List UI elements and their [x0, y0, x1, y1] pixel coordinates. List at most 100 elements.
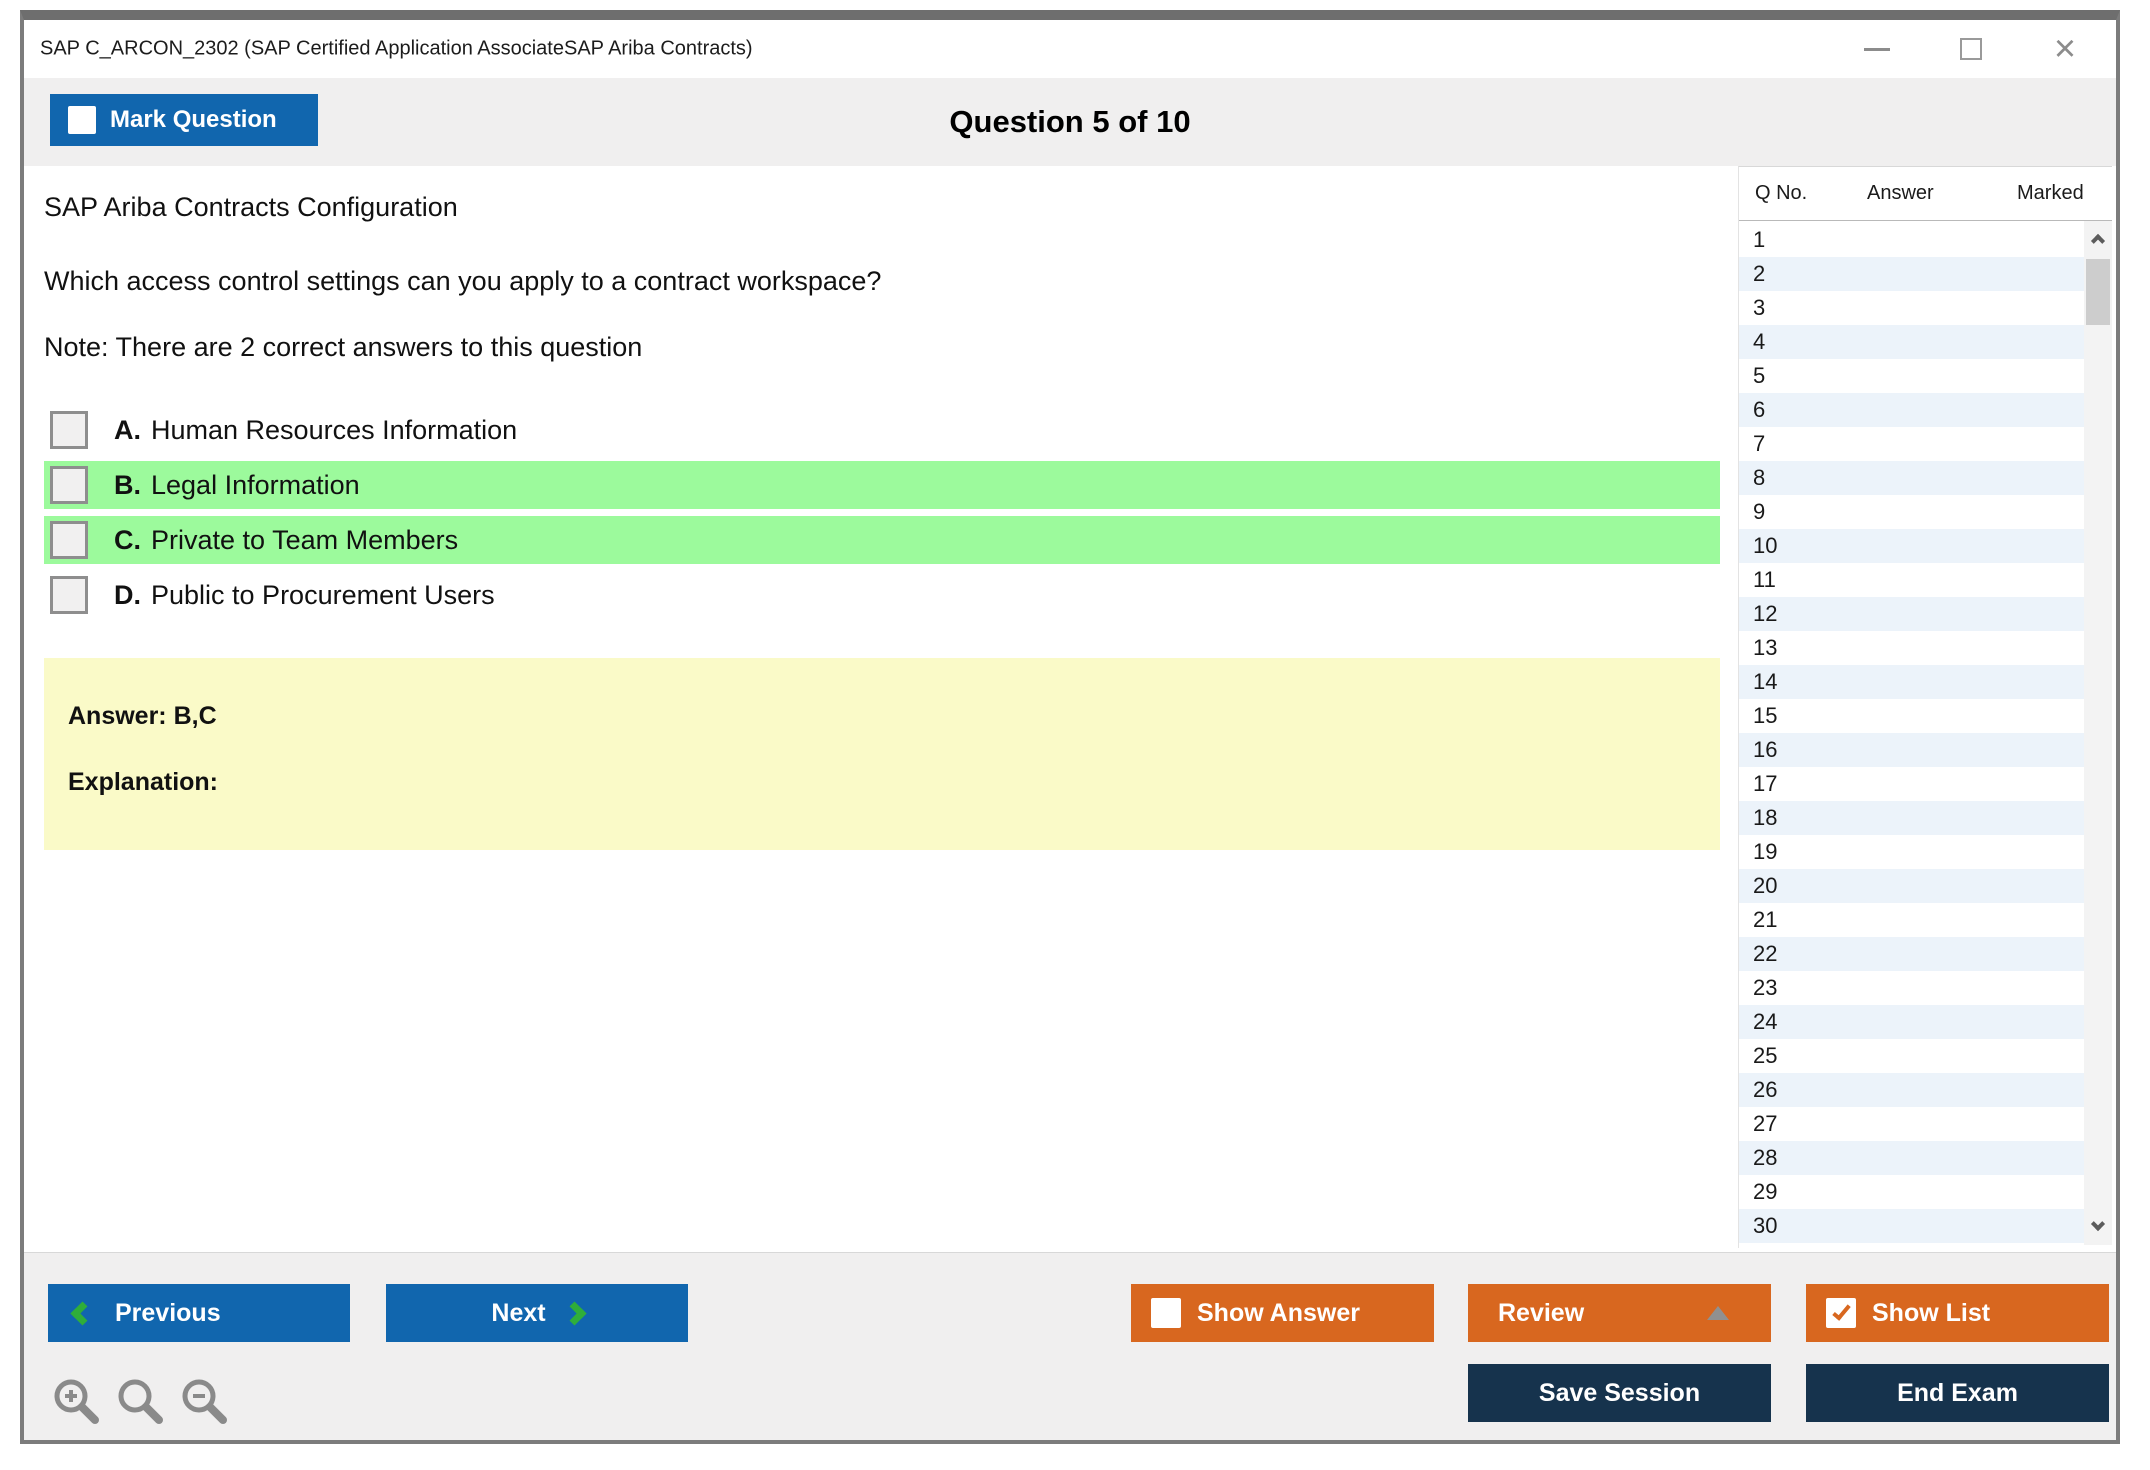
- question-list-row[interactable]: 19: [1739, 835, 2084, 869]
- answer-explanation-box: Answer: B,C Explanation:: [44, 658, 1720, 850]
- show-list-button[interactable]: Show List: [1806, 1284, 2109, 1342]
- question-list-panel: Q No. Answer Marked 1 2 3 4 5 6 7 8 9 10 11 12 13 14 1…: [1738, 166, 2112, 1248]
- zoom-in-button[interactable]: [50, 1375, 102, 1432]
- question-list-row[interactable]: 1: [1739, 223, 2084, 257]
- question-list-row[interactable]: 21: [1739, 903, 2084, 937]
- next-label: Next: [491, 1298, 546, 1327]
- next-button[interactable]: Next: [386, 1284, 688, 1342]
- question-list-row[interactable]: 8: [1739, 461, 2084, 495]
- question-note: Note: There are 2 correct answers to thi…: [44, 332, 643, 362]
- review-label: Review: [1498, 1298, 1585, 1327]
- question-list-row[interactable]: 12: [1739, 597, 2084, 631]
- zoom-out-icon: [182, 1379, 227, 1424]
- column-marked: Marked: [2017, 182, 2084, 204]
- option-row-c[interactable]: C. Private to Team Members: [44, 516, 1720, 564]
- show-answer-checkbox[interactable]: [1151, 1298, 1181, 1328]
- question-list-row[interactable]: 13: [1739, 631, 2084, 665]
- option-label: Legal Information: [151, 469, 360, 500]
- explanation-label: Explanation:: [68, 768, 219, 796]
- content-area: SAP Ariba Contracts Configuration Which …: [24, 166, 2116, 1252]
- question-topic: SAP Ariba Contracts Configuration: [44, 192, 458, 222]
- option-letter: A.: [114, 414, 141, 445]
- scrollbar-thumb[interactable]: [2086, 259, 2110, 325]
- option-letter: B.: [114, 469, 141, 500]
- question-list-row[interactable]: 28: [1739, 1141, 2084, 1175]
- maximize-button[interactable]: [1956, 34, 1986, 64]
- maximize-icon: [1960, 38, 1982, 60]
- zoom-reset-button[interactable]: [114, 1375, 166, 1432]
- question-list-row[interactable]: 5: [1739, 359, 2084, 393]
- review-button[interactable]: Review: [1468, 1284, 1771, 1342]
- column-qno: Q No.: [1755, 182, 1808, 204]
- end-exam-label: End Exam: [1897, 1378, 2018, 1407]
- question-list-row[interactable]: 9: [1739, 495, 2084, 529]
- option-label: Human Resources Information: [151, 414, 518, 445]
- question-list-row[interactable]: 11: [1739, 563, 2084, 597]
- question-list-row[interactable]: 26: [1739, 1073, 2084, 1107]
- option-checkbox[interactable]: [50, 466, 88, 504]
- chevron-left-icon: [70, 1300, 95, 1326]
- checkmark-icon: [1831, 1300, 1851, 1321]
- question-list-row[interactable]: 6: [1739, 393, 2084, 427]
- save-session-label: Save Session: [1538, 1378, 1701, 1407]
- column-answer: Answer: [1867, 182, 1934, 204]
- option-row-d[interactable]: D. Public to Procurement Users: [44, 571, 1720, 619]
- header-band: Mark Question Question 5 of 10: [24, 78, 2116, 166]
- question-list-row[interactable]: 22: [1739, 937, 2084, 971]
- close-button[interactable]: ×: [2050, 28, 2080, 70]
- title-bar: SAP C_ARCON_2302 (SAP Certified Applicat…: [24, 20, 2116, 78]
- show-answer-button[interactable]: Show Answer: [1131, 1284, 1434, 1342]
- answer-text: Answer: B,C: [68, 702, 217, 730]
- previous-label: Previous: [115, 1298, 221, 1327]
- chevron-up-icon: [2090, 233, 2106, 248]
- show-list-checkbox[interactable]: [1826, 1298, 1856, 1328]
- option-checkbox[interactable]: [50, 411, 88, 449]
- question-list-row[interactable]: 10: [1739, 529, 2084, 563]
- question-list-scrollbar[interactable]: [2084, 221, 2112, 1245]
- save-session-button[interactable]: Save Session: [1468, 1364, 1771, 1422]
- footer-band: Previous Next Show Answer Review Show Li…: [24, 1252, 2116, 1440]
- question-list-row[interactable]: 16: [1739, 733, 2084, 767]
- question-list-row[interactable]: 29: [1739, 1175, 2084, 1209]
- app-window: SAP C_ARCON_2302 (SAP Certified Applicat…: [20, 10, 2120, 1444]
- question-list-row[interactable]: 14: [1739, 665, 2084, 699]
- option-row-a[interactable]: A. Human Resources Information: [44, 406, 1720, 454]
- triangle-up-icon: [1707, 1306, 1729, 1320]
- question-list-row[interactable]: 3: [1739, 291, 2084, 325]
- minimize-icon: [1864, 47, 1890, 51]
- question-list-row[interactable]: 20: [1739, 869, 2084, 903]
- scroll-up-button[interactable]: [2084, 221, 2112, 255]
- question-list-row[interactable]: 23: [1739, 971, 2084, 1005]
- option-label: Public to Procurement Users: [151, 579, 495, 610]
- question-list-row[interactable]: 27: [1739, 1107, 2084, 1141]
- magnifier-icon: [118, 1379, 163, 1424]
- question-list-row[interactable]: 2: [1739, 257, 2084, 291]
- question-list-row[interactable]: 18: [1739, 801, 2084, 835]
- question-list-row[interactable]: 7: [1739, 427, 2084, 461]
- chevron-down-icon: [2090, 1216, 2106, 1232]
- previous-button[interactable]: Previous: [48, 1284, 350, 1342]
- option-row-b[interactable]: B. Legal Information: [44, 461, 1720, 509]
- option-checkbox[interactable]: [50, 521, 88, 559]
- end-exam-button[interactable]: End Exam: [1806, 1364, 2109, 1422]
- option-letter: C.: [114, 524, 141, 555]
- scroll-down-button[interactable]: [2084, 1209, 2112, 1243]
- option-letter: D.: [114, 579, 141, 610]
- close-icon: ×: [2053, 28, 2077, 70]
- minimize-button[interactable]: [1862, 34, 1892, 64]
- question-list: 1 2 3 4 5 6 7 8 9 10 11 12 13 14 15 16 17 18 19 20 21 22 23 24 2…: [1739, 221, 2112, 1245]
- option-checkbox[interactable]: [50, 576, 88, 614]
- question-list-row[interactable]: 17: [1739, 767, 2084, 801]
- options-list: A. Human Resources Information B. Legal …: [44, 406, 1720, 626]
- question-list-row[interactable]: 30: [1739, 1209, 2084, 1243]
- question-list-header: Q No. Answer Marked: [1739, 167, 2112, 221]
- zoom-controls: [50, 1375, 230, 1432]
- zoom-out-button[interactable]: [178, 1375, 230, 1432]
- question-list-row[interactable]: 15: [1739, 699, 2084, 733]
- question-list-row[interactable]: 4: [1739, 325, 2084, 359]
- zoom-in-icon: [54, 1379, 99, 1424]
- question-list-row[interactable]: 24: [1739, 1005, 2084, 1039]
- chevron-right-icon: [562, 1300, 587, 1326]
- question-prompt: Which access control settings can you ap…: [44, 266, 882, 296]
- question-list-row[interactable]: 25: [1739, 1039, 2084, 1073]
